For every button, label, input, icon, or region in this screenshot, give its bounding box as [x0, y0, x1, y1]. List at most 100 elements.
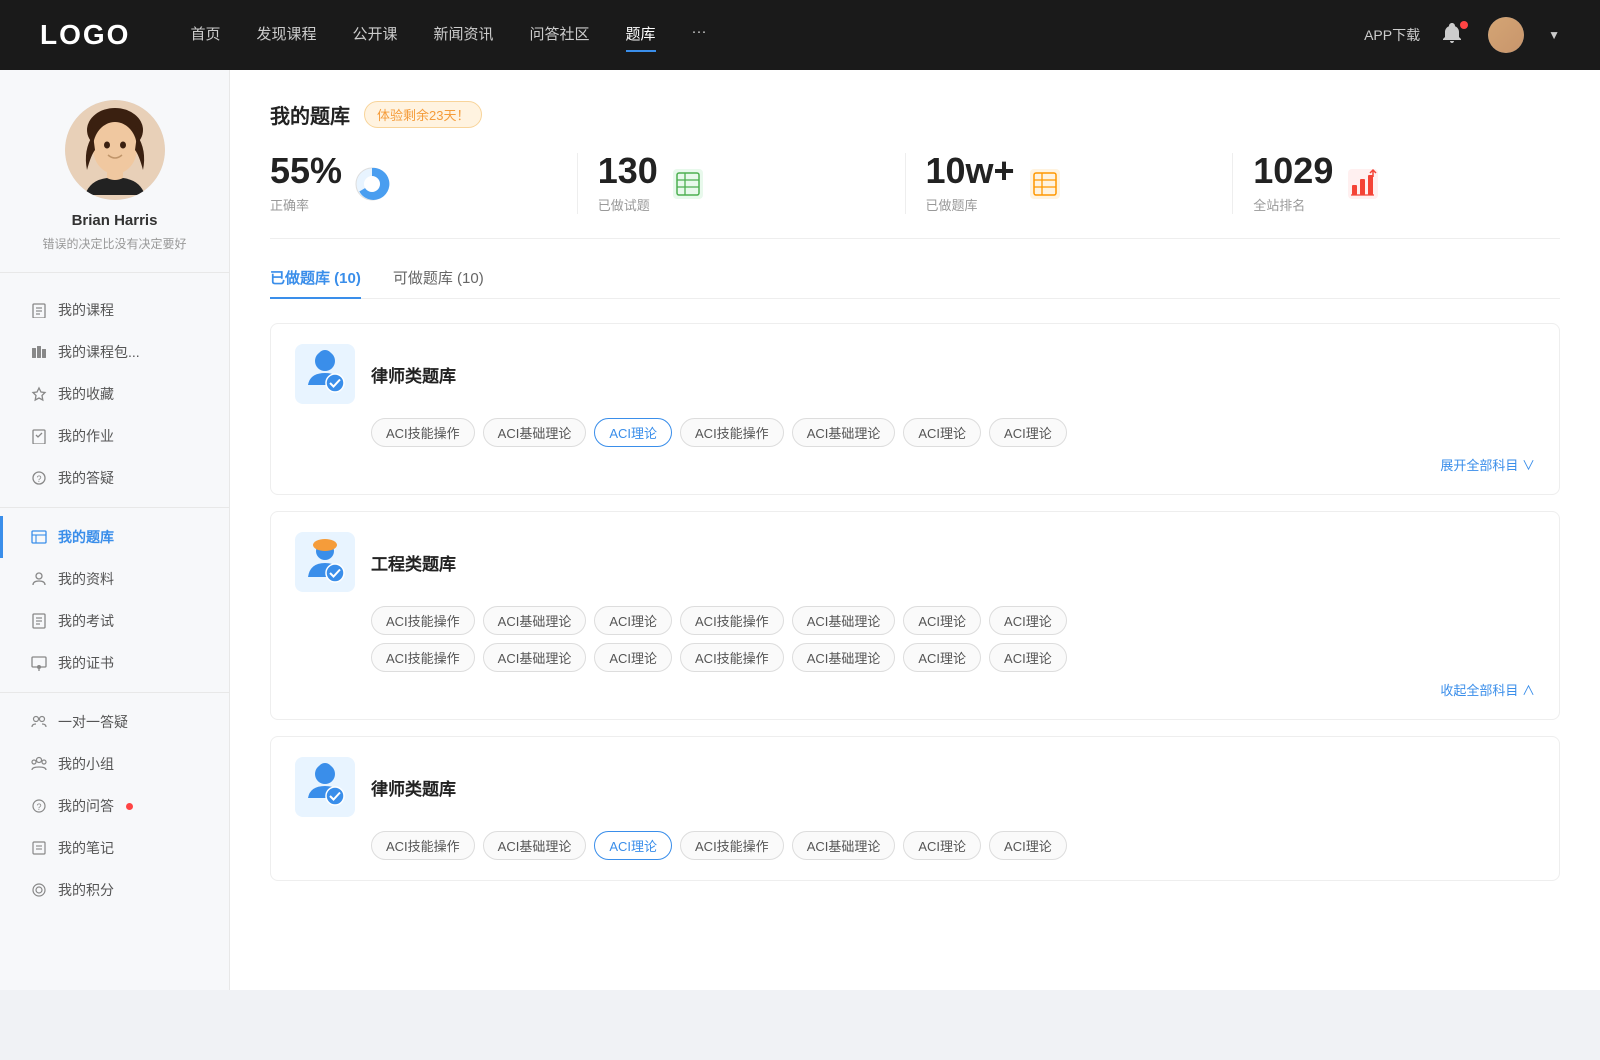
qbank-expand-lawyer1[interactable]: 展开全部科目 ∨: [295, 455, 1535, 474]
tag-lawyer2-2[interactable]: ACI基础理论: [483, 831, 587, 860]
tag-lawyer2-1[interactable]: ACI技能操作: [371, 831, 475, 860]
lawyer-figure-icon: [300, 347, 350, 401]
tag-lawyer2-5[interactable]: ACI基础理论: [792, 831, 896, 860]
tag-eng1-7[interactable]: ACI理论: [989, 606, 1067, 635]
tag-eng1-3[interactable]: ACI理论: [594, 606, 672, 635]
tag-lawyer1-5[interactable]: ACI基础理论: [792, 418, 896, 447]
tag-lawyer1-6[interactable]: ACI理论: [903, 418, 981, 447]
profile-name: Brian Harris: [72, 212, 158, 229]
sidebar-item-qa[interactable]: ? 我的答疑: [0, 457, 229, 499]
sidebar-item-courses[interactable]: 我的课程: [0, 289, 229, 331]
sidebar-item-certificate[interactable]: 我的证书: [0, 642, 229, 684]
qbank-header-lawyer1: 律师类题库: [295, 344, 1535, 404]
tag-lawyer2-4[interactable]: ACI技能操作: [680, 831, 784, 860]
notes-icon: [30, 839, 48, 857]
tag-eng2-6[interactable]: ACI理论: [903, 643, 981, 672]
stat-accuracy: 55% 正确率: [270, 153, 578, 214]
nav-more[interactable]: ···: [692, 23, 707, 48]
stat-rank: 1029 全站排名: [1233, 153, 1560, 214]
nav-qa[interactable]: 问答社区: [530, 23, 590, 48]
sidebar-item-course-pack[interactable]: 我的课程包...: [0, 331, 229, 373]
profile-motto: 错误的决定比没有决定要好: [22, 235, 206, 252]
course-pack-icon: [30, 343, 48, 361]
qbank-collapse-engineer1[interactable]: 收起全部科目 ∧: [295, 680, 1535, 699]
tag-lawyer1-4[interactable]: ACI技能操作: [680, 418, 784, 447]
stat-questions: 130 已做试题: [578, 153, 906, 214]
nav-home[interactable]: 首页: [190, 23, 220, 48]
nav-questionbank[interactable]: 题库: [626, 23, 656, 48]
exam-icon: [30, 612, 48, 630]
avatar-image: [65, 100, 165, 200]
nav-discover[interactable]: 发现课程: [256, 23, 316, 48]
tag-lawyer1-2[interactable]: ACI基础理论: [483, 418, 587, 447]
tag-lawyer1-1[interactable]: ACI技能操作: [371, 418, 475, 447]
logo: LOGO: [40, 19, 130, 51]
qbank-icon-lawyer2: [295, 757, 355, 817]
tag-eng1-5[interactable]: ACI基础理论: [792, 606, 896, 635]
stat-questions-label: 已做试题: [598, 195, 658, 214]
tag-eng1-6[interactable]: ACI理论: [903, 606, 981, 635]
sidebar-item-points[interactable]: 我的积分: [0, 869, 229, 911]
qbank-tags-engineer1-row1: ACI技能操作 ACI基础理论 ACI理论 ACI技能操作 ACI基础理论 AC…: [371, 606, 1535, 635]
oneonone-icon: [30, 713, 48, 731]
sidebar-item-myqa[interactable]: ? 我的问答: [0, 785, 229, 827]
sidebar-label-profile: 我的资料: [58, 569, 114, 589]
tag-lawyer2-3[interactable]: ACI理论: [594, 831, 672, 860]
tag-eng2-7[interactable]: ACI理论: [989, 643, 1067, 672]
stat-banks-values: 10w+ 已做题库: [926, 153, 1015, 214]
tab-done[interactable]: 已做题库 (10): [270, 267, 361, 298]
nav-open-course[interactable]: 公开课: [352, 23, 397, 48]
tag-eng1-4[interactable]: ACI技能操作: [680, 606, 784, 635]
qbank-title-engineer1: 工程类题库: [371, 550, 456, 575]
notification-dot: [1460, 21, 1468, 29]
sidebar-item-questionbank[interactable]: 我的题库: [0, 516, 229, 558]
homework-icon: [30, 427, 48, 445]
page-title: 我的题库: [270, 100, 350, 129]
app-download-button[interactable]: APP下载: [1364, 25, 1420, 45]
user-avatar[interactable]: [1488, 17, 1524, 53]
stat-questions-icon: [670, 166, 706, 202]
sidebar-item-homework[interactable]: 我的作业: [0, 415, 229, 457]
tag-lawyer1-7[interactable]: ACI理论: [989, 418, 1067, 447]
sidebar-label-favorites: 我的收藏: [58, 384, 114, 404]
sidebar-item-profile[interactable]: 我的资料: [0, 558, 229, 600]
tag-lawyer1-3[interactable]: ACI理论: [594, 418, 672, 447]
profile-avatar: [65, 100, 165, 200]
tab-todo[interactable]: 可做题库 (10): [393, 267, 484, 298]
stat-banks-icon: [1027, 166, 1063, 202]
user-menu-chevron[interactable]: ▼: [1548, 28, 1560, 42]
tag-eng2-5[interactable]: ACI基础理论: [792, 643, 896, 672]
favorites-icon: [30, 385, 48, 403]
qbank-header-lawyer2: 律师类题库: [295, 757, 1535, 817]
notification-bell[interactable]: [1440, 21, 1468, 49]
nav-news[interactable]: 新闻资讯: [434, 23, 494, 48]
sidebar-divider-2: [0, 692, 229, 693]
tag-eng2-4[interactable]: ACI技能操作: [680, 643, 784, 672]
tag-eng2-1[interactable]: ACI技能操作: [371, 643, 475, 672]
sidebar-item-notes[interactable]: 我的笔记: [0, 827, 229, 869]
tag-eng2-3[interactable]: ACI理论: [594, 643, 672, 672]
points-icon: [30, 881, 48, 899]
sidebar-label-points: 我的积分: [58, 880, 114, 900]
tag-eng1-1[interactable]: ACI技能操作: [371, 606, 475, 635]
page-container: Brian Harris 错误的决定比没有决定要好 我的课程 我的课程包...: [0, 70, 1600, 990]
tag-lawyer2-6[interactable]: ACI理论: [903, 831, 981, 860]
qbank-card-lawyer1: 律师类题库 ACI技能操作 ACI基础理论 ACI理论 ACI技能操作 ACI基…: [270, 323, 1560, 495]
tag-eng2-2[interactable]: ACI基础理论: [483, 643, 587, 672]
sidebar-item-1on1[interactable]: 一对一答疑: [0, 701, 229, 743]
page-header: 我的题库 体验剩余23天！: [270, 100, 1560, 129]
tag-eng1-2[interactable]: ACI基础理论: [483, 606, 587, 635]
stat-accuracy-icon: [354, 166, 390, 202]
sidebar-item-group[interactable]: 我的小组: [0, 743, 229, 785]
stat-banks-value: 10w+: [926, 153, 1015, 189]
sidebar-item-exam[interactable]: 我的考试: [0, 600, 229, 642]
sidebar-item-favorites[interactable]: 我的收藏: [0, 373, 229, 415]
tag-lawyer2-7[interactable]: ACI理论: [989, 831, 1067, 860]
stat-accuracy-label: 正确率: [270, 195, 342, 214]
qbank-card-lawyer2: 律师类题库 ACI技能操作 ACI基础理论 ACI理论 ACI技能操作 ACI基…: [270, 736, 1560, 881]
sidebar-label-questionbank: 我的题库: [58, 527, 114, 547]
qbank-tags-lawyer2: ACI技能操作 ACI基础理论 ACI理论 ACI技能操作 ACI基础理论 AC…: [371, 831, 1535, 860]
profile-icon: [30, 570, 48, 588]
qbank-icon-engineer1: [295, 532, 355, 592]
stat-accuracy-values: 55% 正确率: [270, 153, 342, 214]
